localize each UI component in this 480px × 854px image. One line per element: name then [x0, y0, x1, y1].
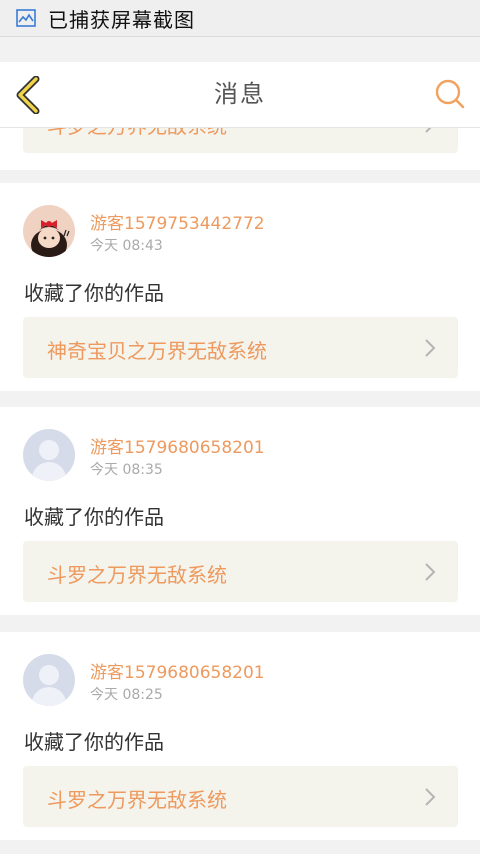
work-title: 斗罗之万界无敌系统	[47, 788, 227, 812]
chevron-right-icon	[424, 787, 436, 811]
message-card: 游客1579753442772 今天 08:43 收藏了你的作品 神奇宝贝之万界…	[0, 183, 480, 391]
username[interactable]: 游客1579680658201	[90, 658, 265, 683]
work-link[interactable]: 斗罗之万界无敌系统	[23, 766, 458, 827]
chevron-right-icon	[424, 338, 436, 362]
avatar[interactable]	[23, 205, 75, 257]
status-bar: 已捕获屏幕截图	[0, 0, 480, 37]
bottom-divider	[0, 844, 480, 854]
work-link[interactable]: 斗罗之万界无敌系统	[23, 541, 458, 602]
message-card: 游客1579680658201 今天 08:25 收藏了你的作品 斗罗之万界无敌…	[0, 632, 480, 840]
action-text: 收藏了你的作品	[24, 730, 164, 754]
work-link[interactable]: 神奇宝贝之万界无敌系统	[23, 317, 458, 378]
timestamp: 今天 08:43	[90, 238, 163, 254]
chevron-right-icon	[424, 562, 436, 586]
timestamp: 今天 08:35	[90, 462, 163, 478]
status-bar-text: 已捕获屏幕截图	[48, 7, 195, 32]
work-title: 神奇宝贝之万界无敌系统	[47, 339, 267, 363]
timestamp: 今天 08:25	[90, 687, 163, 703]
avatar[interactable]	[23, 429, 75, 481]
work-title: 斗罗之万界无敌系统	[47, 563, 227, 587]
username[interactable]: 游客1579753442772	[90, 209, 265, 234]
search-icon[interactable]	[434, 78, 466, 110]
page-title: 消息	[214, 80, 266, 108]
message-card: 游客1579680658201 今天 08:35 收藏了你的作品 斗罗之万界无敌…	[0, 407, 480, 615]
username[interactable]: 游客1579680658201	[90, 433, 265, 458]
app-header: 消息	[0, 62, 480, 128]
action-text: 收藏了你的作品	[24, 281, 164, 305]
screen: 已捕获屏幕截图 斗罗之万界无敌系统 消息	[0, 0, 480, 854]
action-text: 收藏了你的作品	[24, 505, 164, 529]
avatar[interactable]	[23, 654, 75, 706]
screenshot-icon	[16, 9, 36, 27]
